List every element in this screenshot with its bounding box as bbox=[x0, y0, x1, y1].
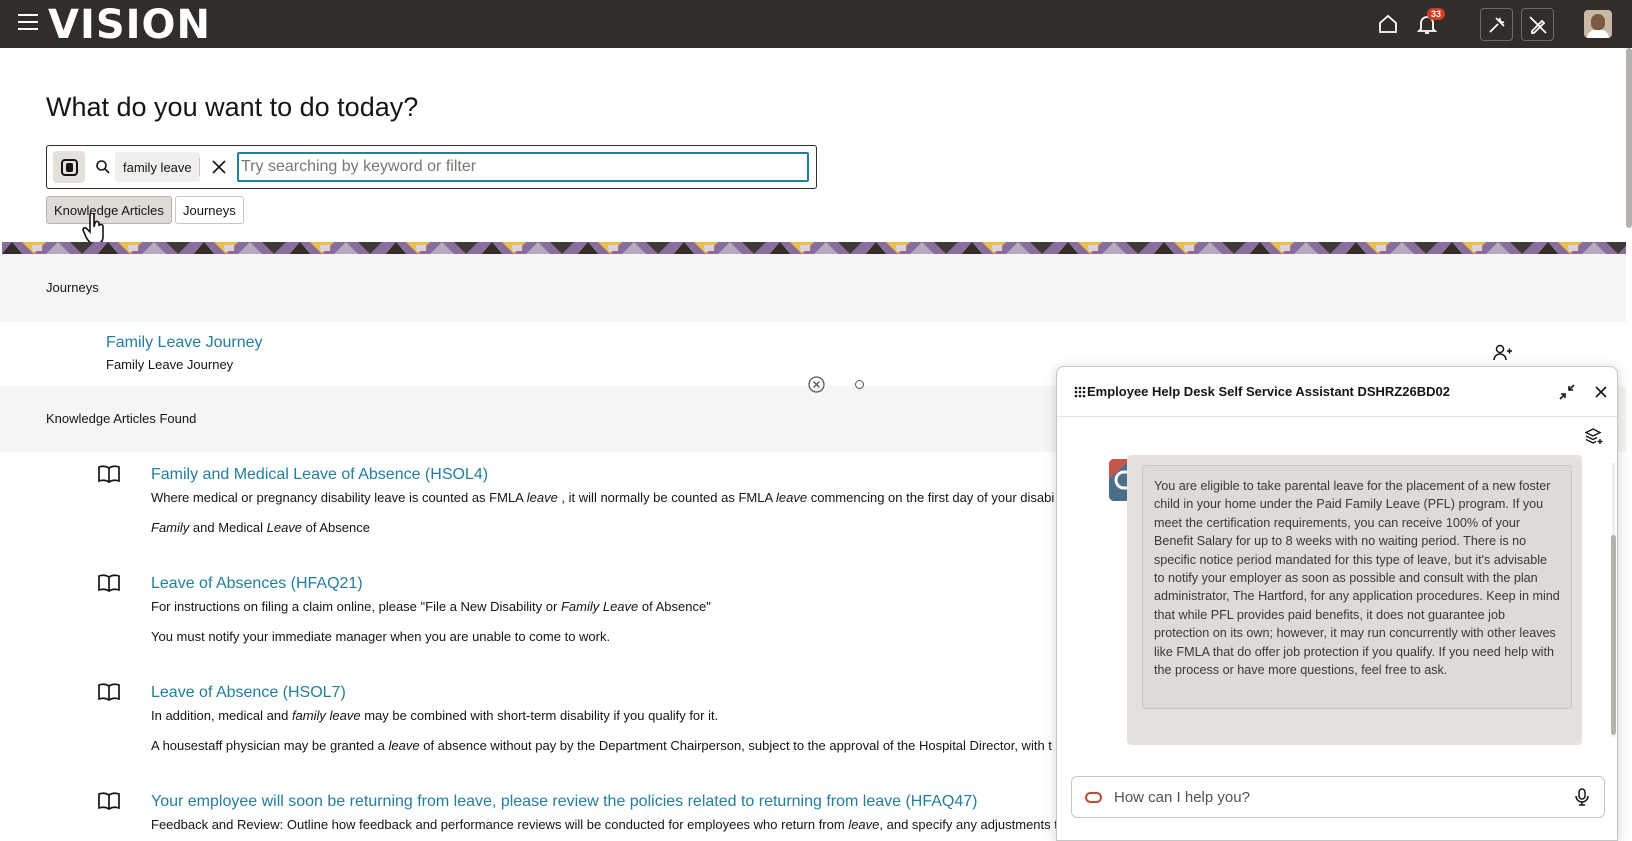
user-avatar[interactable] bbox=[1584, 10, 1612, 38]
oracle-logo-icon bbox=[1085, 792, 1102, 803]
journeys-section-header bbox=[0, 254, 1626, 322]
mic-icon[interactable] bbox=[1575, 788, 1589, 806]
collapse-icon bbox=[1559, 384, 1575, 400]
assistant-message: You are eligible to take parental leave … bbox=[1142, 465, 1572, 709]
chat-input-box bbox=[1071, 776, 1605, 818]
filter-chip-label: family leave bbox=[123, 159, 192, 175]
chat-scrollbar[interactable] bbox=[1611, 455, 1616, 745]
tools-icon bbox=[1488, 16, 1505, 33]
article-title-link[interactable]: Leave of Absence (HSOL7) bbox=[151, 684, 346, 702]
decorative-banner bbox=[2, 242, 1626, 254]
article-snippet: In addition, medical and family leave ma… bbox=[151, 708, 719, 723]
hand-cursor-icon bbox=[82, 213, 104, 245]
book-icon bbox=[98, 574, 120, 592]
article-title-link[interactable]: Your employee will soon be returning fro… bbox=[151, 793, 978, 811]
article-snippet: You must notify your immediate manager w… bbox=[151, 629, 611, 644]
article-snippet: Where medical or pregnancy disability le… bbox=[151, 490, 1055, 505]
add-person-icon[interactable] bbox=[1492, 343, 1512, 363]
articles-section-label: Knowledge Articles Found bbox=[46, 411, 197, 426]
hamburger-menu-icon[interactable] bbox=[18, 14, 38, 32]
journeys-filter-button[interactable]: Journeys bbox=[175, 196, 244, 224]
layers-icon[interactable] bbox=[1585, 427, 1603, 445]
page-scrollbar[interactable] bbox=[1626, 48, 1632, 228]
journey-subtitle: Family Leave Journey bbox=[106, 357, 234, 372]
article-snippet: For instructions on filing a claim onlin… bbox=[151, 599, 711, 614]
search-input[interactable] bbox=[237, 152, 809, 182]
book-icon bbox=[98, 792, 120, 810]
edit-off-icon bbox=[1528, 15, 1547, 34]
notification-badge: 33 bbox=[1427, 8, 1446, 20]
notifications-button[interactable]: 33 bbox=[1412, 8, 1446, 39]
assistant-header: Employee Help Desk Self Service Assistan… bbox=[1057, 367, 1617, 417]
chip-divider bbox=[199, 158, 200, 176]
page-title: What do you want to do today? bbox=[46, 92, 419, 122]
home-icon[interactable] bbox=[1373, 9, 1403, 39]
journey-link[interactable]: Family Leave Journey bbox=[106, 334, 263, 352]
assistant-message-container: You are eligible to take parental leave … bbox=[1127, 455, 1582, 745]
filter-chip: family leave bbox=[115, 152, 200, 182]
top-bar: VISION 33 bbox=[0, 0, 1632, 48]
close-assistant-button[interactable] bbox=[1589, 380, 1613, 404]
loading-dot-icon bbox=[855, 380, 864, 389]
article-snippet: Feedback and Review: Outline how feedbac… bbox=[151, 817, 1056, 832]
app-logo[interactable]: VISION bbox=[48, 2, 211, 48]
article-snippet: Family and Medical Leave of Absence bbox=[151, 520, 370, 535]
article-snippet: A housestaff physician may be granted a … bbox=[151, 738, 1052, 753]
collapse-button[interactable] bbox=[1555, 380, 1579, 404]
article-title-link[interactable]: Leave of Absences (HFAQ21) bbox=[151, 575, 363, 593]
search-icon bbox=[96, 160, 110, 174]
article-title-link[interactable]: Family and Medical Leave of Absence (HSO… bbox=[151, 466, 488, 484]
book-icon bbox=[98, 683, 120, 701]
assistant-title: Employee Help Desk Self Service Assistan… bbox=[1087, 384, 1450, 399]
knowledge-articles-filter-button[interactable]: Knowledge Articles bbox=[46, 196, 172, 224]
close-circle-icon bbox=[808, 376, 825, 393]
tools-button[interactable] bbox=[1480, 8, 1513, 41]
chat-input[interactable] bbox=[1114, 785, 1554, 809]
grip-icon[interactable] bbox=[1074, 386, 1086, 398]
close-icon bbox=[1595, 386, 1607, 398]
book-icon bbox=[98, 465, 120, 483]
search-mode-toggle[interactable] bbox=[53, 151, 85, 183]
edit-off-button[interactable] bbox=[1521, 8, 1554, 41]
journeys-section-label: Journeys bbox=[46, 280, 99, 295]
assistant-panel: Employee Help Desk Self Service Assistan… bbox=[1056, 366, 1618, 841]
close-icon bbox=[212, 160, 226, 174]
search-bar: family leave bbox=[46, 145, 817, 189]
remove-chip-button[interactable] bbox=[204, 152, 234, 182]
